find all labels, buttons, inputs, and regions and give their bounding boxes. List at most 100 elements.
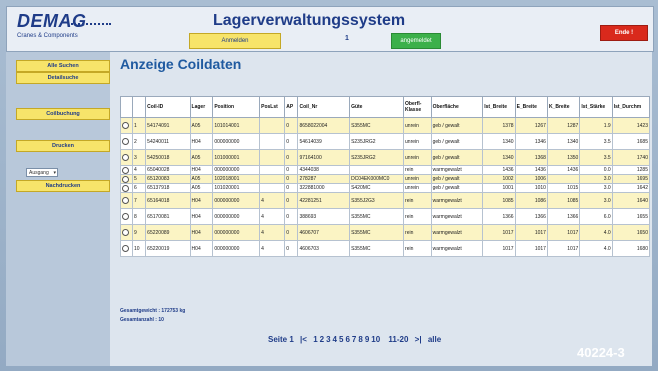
page-link[interactable]: 9 — [365, 335, 369, 344]
table-header-row: Coil-ID Lager Position PosLst AP Coil_Nr… — [120, 96, 651, 118]
row-radio[interactable] — [120, 224, 133, 241]
table-row[interactable]: 5 65120083 A05 102018001 0 278287 DC04EK000MC0… — [120, 174, 651, 184]
table-cell: 322881000 — [297, 183, 351, 193]
row-radio[interactable] — [120, 240, 133, 257]
table-cell: geb / gewalt — [430, 174, 484, 184]
row-radio[interactable] — [120, 133, 133, 150]
table-cell — [259, 183, 286, 193]
page-link[interactable]: 6 — [345, 335, 349, 344]
radio-icon[interactable] — [122, 175, 129, 183]
column-header: Lager — [189, 96, 214, 118]
radio-icon[interactable] — [122, 213, 129, 220]
column-header: E_Breite — [514, 96, 548, 118]
row-radio[interactable] — [120, 149, 133, 166]
page-link[interactable]: 4 — [333, 335, 337, 344]
radio-icon[interactable] — [122, 154, 129, 161]
table-cell: 0 — [284, 224, 299, 241]
radio-icon[interactable] — [122, 229, 129, 236]
table-row[interactable]: 4 65040028 H04 000000000 0 4344038 rein warmgew… — [120, 165, 651, 175]
table-row[interactable]: 8 65170081 H04 000000000 4 0 388693 S355MC rein w… — [120, 208, 651, 225]
table-cell: 1017 — [546, 240, 581, 257]
row-radio[interactable] — [120, 165, 133, 175]
table-cell: S235JRG2 — [349, 149, 405, 166]
table-cell: 1350 — [546, 149, 581, 166]
table-cell: H04 — [189, 165, 214, 175]
page-link[interactable]: 7 — [352, 335, 356, 344]
table-row[interactable]: 1 54174091 A05 101014001 0 8658022004 S355MC un… — [120, 117, 651, 134]
next-range-link[interactable]: 11-20 — [388, 335, 408, 344]
radio-icon[interactable] — [122, 138, 129, 145]
all-pages-link[interactable]: alle — [428, 335, 441, 344]
table-cell: 1366 — [514, 208, 548, 225]
radio-icon[interactable] — [122, 122, 129, 129]
print-button[interactable]: Drucken — [16, 140, 110, 152]
coil-booking-button[interactable]: Coilbuchung — [16, 108, 110, 120]
page-link[interactable]: 3 — [326, 335, 330, 344]
exit-button[interactable]: Ende ! — [600, 25, 648, 41]
column-header — [131, 96, 147, 118]
table-cell: H04 — [189, 133, 214, 150]
table-cell — [259, 149, 286, 166]
table-row[interactable]: 6 65137918 A05 101020001 0 322881000 S420MC unr… — [120, 183, 651, 193]
table-cell: 0 — [284, 192, 299, 209]
login-button[interactable]: Anmelden — [189, 33, 281, 49]
table-cell: 4344038 — [297, 165, 351, 175]
table-cell: 1340 — [482, 133, 516, 150]
radio-icon[interactable] — [122, 184, 129, 192]
page-link[interactable]: 8 — [358, 335, 362, 344]
table-cell: 3.0 — [579, 192, 613, 209]
page-link[interactable]: 2 — [320, 335, 324, 344]
radio-icon[interactable] — [122, 197, 129, 204]
reprint-button[interactable]: Nachdrucken — [16, 180, 110, 192]
table-cell: 1010 — [514, 183, 548, 193]
detail-search-button[interactable]: Detailsuche — [16, 72, 110, 84]
table-cell: 1006 — [514, 174, 548, 184]
row-radio[interactable] — [120, 183, 133, 193]
table-cell: 000000000 — [212, 208, 261, 225]
table-cell: unrein — [403, 183, 432, 193]
table-cell: 4 — [131, 165, 147, 175]
page-link[interactable]: 5 — [339, 335, 343, 344]
table-row[interactable]: 2 54240011 H04 000000000 0 54614039 S235JRG2 un… — [120, 133, 651, 150]
table-cell: 0 — [284, 240, 299, 257]
search-all-button[interactable]: Alle Suchen — [16, 60, 110, 72]
table-cell: 65137918 — [145, 183, 191, 193]
table-cell: 388693 — [297, 208, 351, 225]
row-radio[interactable] — [120, 192, 133, 209]
table-cell: unrein — [403, 117, 432, 134]
page-link[interactable]: 10 — [371, 335, 380, 344]
column-header: Ist_Breite — [482, 96, 516, 118]
column-header: AP — [284, 96, 299, 118]
table-cell: S355MC — [349, 240, 405, 257]
table-cell: 4 — [259, 208, 286, 225]
table-cell: 0 — [284, 133, 299, 150]
table-cell: 8658022004 — [297, 117, 351, 134]
row-radio[interactable] — [120, 174, 133, 184]
column-header: Coil-ID — [145, 96, 191, 118]
table-cell: 1680 — [611, 240, 651, 257]
column-header: Ist_Stärke — [579, 96, 613, 118]
column-header: Oberfl-Klasse — [403, 96, 432, 118]
sidebar: Alle Suchen Detailsuche Coilbuchung Druc… — [6, 52, 110, 366]
table-cell — [259, 117, 286, 134]
output-select[interactable]: Ausgang ▾ — [26, 168, 58, 177]
table-cell: 0 — [284, 165, 299, 175]
table-cell: 278287 — [297, 174, 351, 184]
table-row[interactable]: 7 65164018 H04 000000000 4 0 42281251 S355J2G3 r… — [120, 192, 651, 209]
table-row[interactable]: 10 65220019 H04 000000000 4 0 4606703 S355MC rei… — [120, 240, 651, 257]
radio-icon[interactable] — [122, 166, 129, 174]
last-page-link[interactable]: >| — [415, 335, 422, 344]
page-link[interactable]: 1 — [313, 335, 317, 344]
table-cell: H04 — [189, 240, 214, 257]
table-cell — [546, 174, 581, 184]
table-cell: 1017 — [482, 224, 516, 241]
table-cell: 0 — [284, 117, 299, 134]
table-row[interactable]: 9 65220089 H04 000000000 4 0 4606707 S355MC rein… — [120, 224, 651, 241]
row-radio[interactable] — [120, 208, 133, 225]
radio-icon[interactable] — [122, 245, 129, 252]
column-header: Oberfläche — [430, 96, 484, 118]
row-radio[interactable] — [120, 117, 133, 134]
table-cell: warmgewalzt — [430, 224, 484, 241]
first-page-link[interactable]: |< — [300, 335, 307, 344]
table-row[interactable]: 3 54250018 A05 101000001 0 97164100 S235JRG2 un… — [120, 149, 651, 166]
